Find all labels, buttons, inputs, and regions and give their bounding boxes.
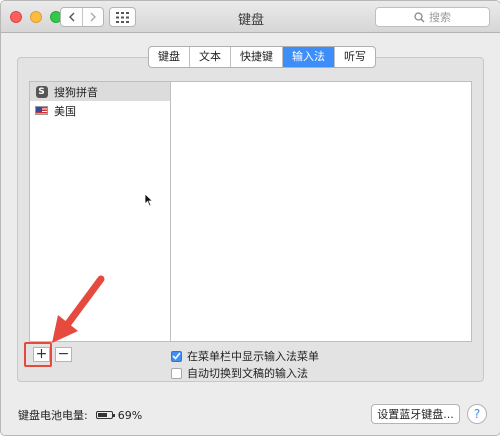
titlebar: 键盘 搜索 (1, 1, 500, 33)
navigation-buttons (60, 7, 104, 27)
chevron-left-icon (68, 12, 74, 22)
keyboard-preferences-window: 键盘 搜索 键盘 文本 快捷键 输入法 听写 S 搜狗拼音 美国 + − 在菜单… (0, 0, 500, 436)
tab-input-sources[interactable]: 输入法 (283, 47, 335, 67)
forward-button[interactable] (82, 8, 103, 26)
checkmark-icon (172, 352, 181, 360)
search-icon (414, 11, 425, 22)
annotation-arrow-icon (52, 275, 105, 343)
battery-value: 69% (117, 408, 143, 422)
grid-icon (116, 11, 129, 23)
search-placeholder: 搜索 (429, 11, 451, 24)
back-button[interactable] (61, 8, 83, 26)
battery-label: 键盘电池电量: (18, 409, 88, 422)
input-source-detail-pane (171, 81, 472, 342)
minimize-window-button[interactable] (30, 11, 42, 23)
show-input-menu-option[interactable]: 在菜单栏中显示输入法菜单 (171, 348, 319, 364)
setup-bluetooth-keyboard-button[interactable]: 设置蓝牙键盘... (371, 404, 460, 424)
list-item-label: 美国 (54, 104, 76, 118)
chevron-right-icon (90, 12, 96, 22)
auto-switch-label: 自动切换到文稿的输入法 (187, 367, 308, 380)
show-all-preferences-button[interactable] (109, 7, 136, 27)
auto-switch-option[interactable]: 自动切换到文稿的输入法 (171, 365, 308, 381)
search-field[interactable]: 搜索 (375, 7, 490, 27)
list-item-label: 搜狗拼音 (54, 85, 98, 99)
us-flag-icon (35, 105, 48, 116)
mouse-cursor-icon (144, 193, 154, 207)
battery-icon (95, 411, 115, 419)
sogou-s-icon: S (35, 85, 48, 98)
keyboard-battery-status: 键盘电池电量: 69% (18, 407, 142, 423)
help-button[interactable]: ? (467, 404, 487, 424)
tab-shortcuts[interactable]: 快捷键 (231, 47, 283, 67)
close-window-button[interactable] (10, 11, 22, 23)
tab-dictation[interactable]: 听写 (335, 47, 375, 67)
auto-switch-checkbox[interactable] (171, 367, 182, 379)
list-item-sogou[interactable]: S 搜狗拼音 (30, 82, 170, 101)
tab-text[interactable]: 文本 (190, 47, 231, 67)
show-input-menu-checkbox[interactable] (171, 350, 182, 362)
tab-keyboard[interactable]: 键盘 (149, 47, 190, 67)
list-item-us[interactable]: 美国 (30, 101, 170, 120)
show-input-menu-label: 在菜单栏中显示输入法菜单 (187, 350, 319, 363)
window-title: 键盘 (237, 13, 264, 28)
tab-bar: 键盘 文本 快捷键 输入法 听写 (148, 46, 376, 68)
